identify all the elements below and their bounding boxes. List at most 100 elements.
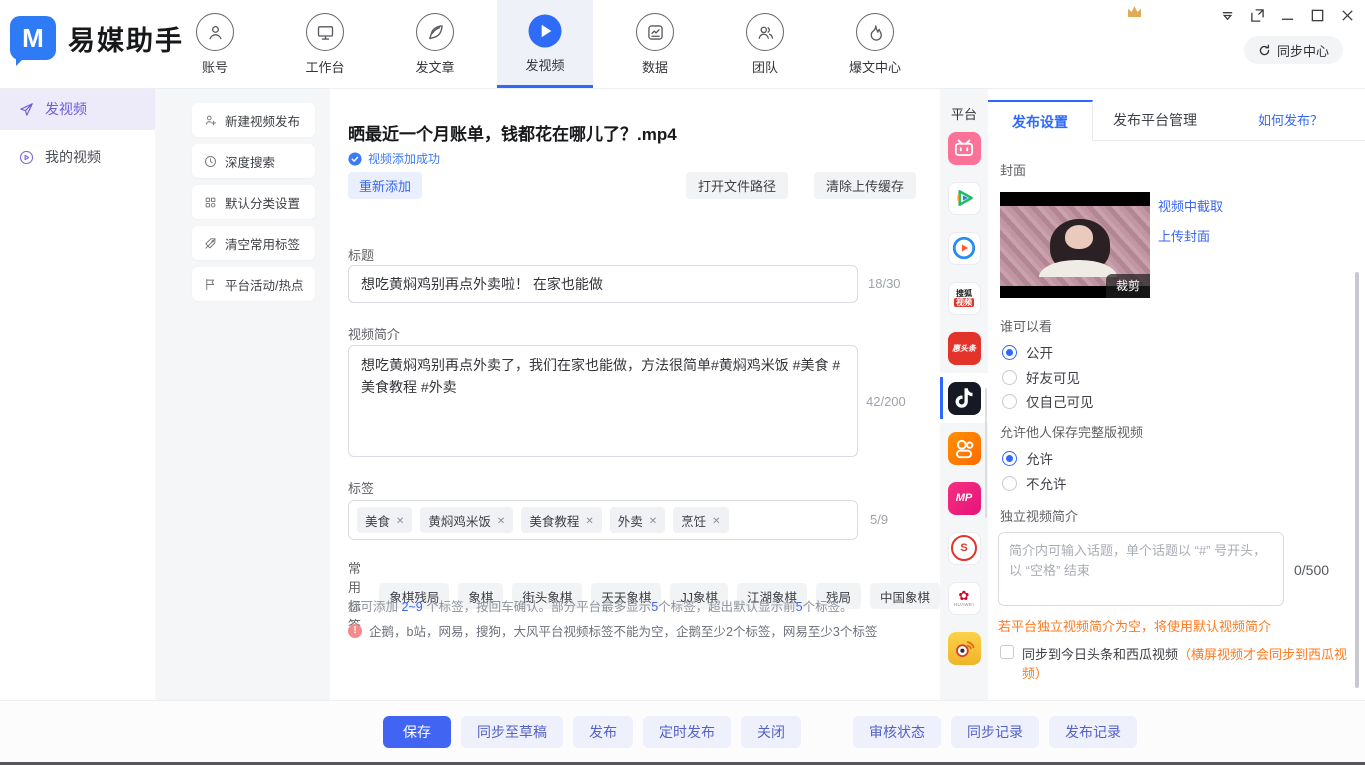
tag-chip[interactable]: 黄焖鸡米饭 — [420, 507, 513, 533]
default-category-settings-button[interactable]: 默认分类设置 — [192, 185, 315, 219]
tab-platform-management[interactable]: 发布平台管理 — [1093, 100, 1217, 140]
common-tag[interactable]: 中国象棋 — [870, 583, 940, 609]
capture-from-video-link[interactable]: 视频中截取 — [1158, 196, 1223, 215]
tag-chip[interactable]: 美食教程 — [521, 507, 601, 533]
capture-icon[interactable] — [1250, 8, 1265, 23]
platform-tencent-video[interactable] — [940, 173, 988, 223]
independent-desc-label: 独立视频简介 — [1000, 506, 1078, 525]
youku-icon — [948, 232, 981, 265]
send-icon — [18, 101, 35, 118]
tencent-video-icon — [948, 182, 981, 215]
maximize-icon[interactable] — [1310, 8, 1325, 23]
open-file-path-button[interactable]: 打开文件路径 — [686, 172, 788, 199]
desc-textarea[interactable]: 想吃黄焖鸡别再点外卖了，我们在家也能做，方法很简单#黄焖鸡米饭 #美食 #美食教… — [348, 345, 858, 457]
dropdown-icon[interactable] — [1220, 8, 1235, 23]
tags-input[interactable]: 美食 黄焖鸡米饭 美食教程 外卖 烹饪 — [348, 500, 858, 540]
tag-chip[interactable]: 外卖 — [610, 507, 665, 533]
crop-button[interactable]: 裁剪 — [1106, 274, 1150, 298]
deep-search-icon — [203, 154, 218, 169]
platform-partial[interactable] — [940, 673, 988, 700]
sidebar-item-publish-video[interactable]: 发视频 — [0, 88, 155, 130]
tag-chip[interactable]: 美食 — [357, 507, 412, 533]
sync-draft-button[interactable]: 同步至草稿 — [461, 716, 563, 748]
platform-douyin[interactable] — [940, 373, 988, 423]
cover-label: 封面 — [1000, 160, 1026, 179]
activity-flag-icon — [203, 277, 218, 292]
minimize-icon[interactable] — [1280, 8, 1295, 23]
title-input[interactable] — [348, 265, 858, 303]
douyin-icon — [948, 382, 981, 415]
independent-desc-textarea[interactable] — [998, 532, 1284, 606]
cover-thumbnail[interactable]: 裁剪 — [1000, 192, 1150, 298]
platform-mp[interactable]: MP — [940, 473, 988, 523]
visibility-option-friends[interactable]: 好友可见 — [1002, 367, 1080, 387]
platform-huitoutiao[interactable]: 惠头条 — [940, 323, 988, 373]
upload-cover-link[interactable]: 上传封面 — [1158, 226, 1210, 245]
window-controls — [1220, 8, 1355, 23]
tag-chip[interactable]: 烹饪 — [673, 507, 728, 533]
rail-scrollbar[interactable] — [985, 388, 987, 518]
tray-icon[interactable] — [1128, 6, 1141, 17]
visibility-option-public[interactable]: 公开 — [1002, 342, 1053, 362]
remove-tag-icon[interactable] — [712, 513, 720, 527]
remove-tag-icon[interactable] — [649, 513, 657, 527]
nav-item-hot-center[interactable]: 爆文中心 — [827, 0, 923, 88]
empty-desc-warning: 若平台独立视频简介为空，将使用默认视频简介 — [998, 616, 1271, 635]
publish-button[interactable]: 发布 — [573, 716, 633, 748]
team-icon — [746, 13, 784, 51]
clear-upload-cache-button[interactable]: 清除上传缓存 — [814, 172, 916, 199]
platform-sohu-video[interactable]: 搜狐 视频 — [940, 273, 988, 323]
readd-video-button[interactable]: 重新添加 — [348, 172, 422, 199]
title-counter: 18/30 — [868, 276, 901, 291]
review-status-button[interactable]: 审核状态 — [853, 716, 941, 748]
visibility-label: 谁可以看 — [1000, 316, 1052, 335]
upload-status: 视频添加成功 — [348, 150, 440, 167]
visibility-option-private[interactable]: 仅自己可见 — [1002, 391, 1094, 411]
how-to-publish-link[interactable]: 如何发布？ — [1258, 110, 1323, 129]
clear-common-tags-button[interactable]: 清空常用标签 — [192, 226, 315, 260]
radio-selected-icon — [1002, 451, 1017, 466]
video-form: 晒最近一个月账单，钱都花在哪儿了？.mp4 视频添加成功 重新添加 打开文件路径… — [330, 88, 940, 700]
nav-item-workbench[interactable]: 工作台 — [277, 0, 373, 88]
platform-youku[interactable] — [940, 223, 988, 273]
nav-item-publish-article[interactable]: 发文章 — [387, 0, 483, 88]
nav-item-account[interactable]: 账号 — [167, 0, 263, 88]
save-button[interactable]: 保存 — [383, 716, 451, 748]
remove-tag-icon[interactable] — [585, 513, 593, 527]
sync-center-button[interactable]: 同步中心 — [1244, 36, 1343, 64]
platform-weibo[interactable] — [940, 623, 988, 673]
independent-desc-counter: 0/500 — [1294, 562, 1329, 578]
schedule-publish-button[interactable]: 定时发布 — [643, 716, 731, 748]
nav-item-publish-video[interactable]: 发视频 — [497, 0, 593, 88]
platform-kuaishou[interactable] — [940, 423, 988, 473]
app-logo: M 易媒助手 — [10, 16, 184, 60]
nav-item-data[interactable]: 数据 — [607, 0, 703, 88]
remove-tag-icon[interactable] — [396, 513, 404, 527]
new-video-publish-button[interactable]: 新建视频发布 — [192, 103, 315, 137]
allow-save-option-allow[interactable]: 允许 — [1002, 448, 1053, 468]
platform-sogou[interactable]: S — [940, 523, 988, 573]
settings-scrollbar[interactable] — [1355, 272, 1359, 688]
checkbox-icon[interactable] — [1000, 645, 1014, 659]
tab-publish-settings[interactable]: 发布设置 — [988, 100, 1093, 141]
platform-bilibili[interactable] — [940, 123, 988, 173]
close-button[interactable]: 关闭 — [741, 716, 801, 748]
huitoutiao-icon: 惠头条 — [948, 332, 981, 365]
remove-tag-icon[interactable] — [497, 513, 505, 527]
nav-item-team[interactable]: 团队 — [717, 0, 813, 88]
close-icon[interactable] — [1340, 8, 1355, 23]
platform-huawei[interactable]: ✿ HUAWEI — [940, 573, 988, 623]
sync-records-button[interactable]: 同步记录 — [951, 716, 1039, 748]
desc-label: 视频简介 — [348, 324, 400, 343]
sidebar-item-my-videos[interactable]: 我的视频 — [0, 136, 155, 178]
tags-hint: 您可添加 2~9 个标签，按回车确认。部分平台最多显示5个标签，超出默认显示前5… — [348, 596, 853, 615]
deep-search-button[interactable]: 深度搜索 — [192, 144, 315, 178]
sync-toutiao-checkbox-row[interactable]: 同步到今日头条和西瓜视频（横屏视频才会同步到西瓜视频） — [1000, 644, 1356, 682]
publish-records-button[interactable]: 发布记录 — [1049, 716, 1137, 748]
data-chart-icon — [636, 13, 674, 51]
warning-icon: ! — [348, 624, 362, 638]
platform-activity-button[interactable]: 平台活动/热点 — [192, 267, 315, 301]
hot-center-icon — [856, 13, 894, 51]
allow-save-option-deny[interactable]: 不允许 — [1002, 473, 1067, 493]
write-article-icon — [416, 13, 454, 51]
